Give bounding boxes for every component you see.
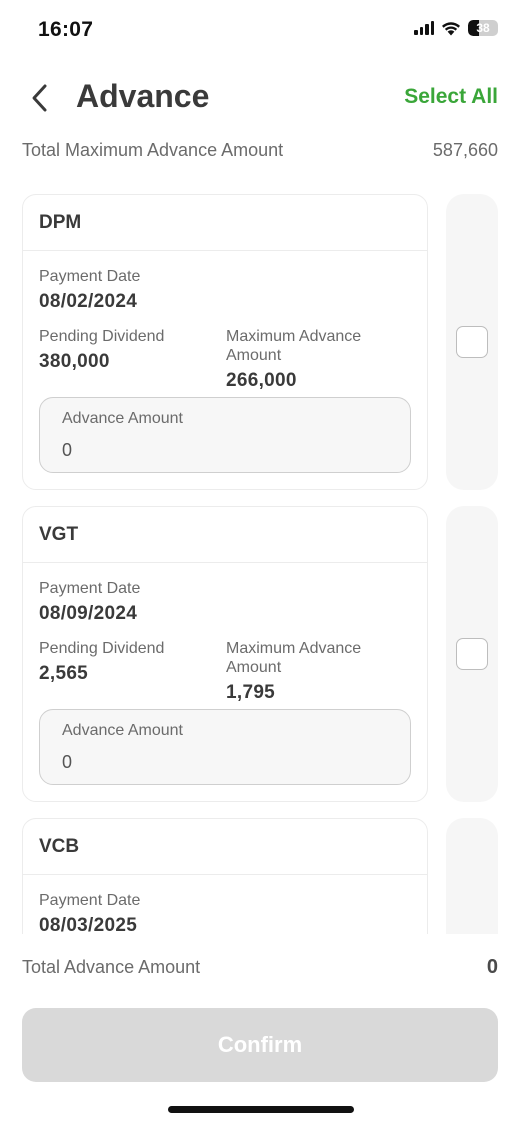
advance-amount-label: Advance Amount [62,410,183,427]
payment-date-value: 08/02/2024 [39,291,138,312]
status-time: 16:07 [38,18,94,41]
home-indicator[interactable] [168,1106,354,1113]
pending-dividend-label: Pending Dividend [39,328,165,345]
total-advance-value: 0 [486,956,498,978]
advance-card: DPM Payment Date 08/02/2024 Pending Divi… [22,194,428,490]
payment-date-value: 08/09/2024 [39,603,138,624]
back-chevron-icon [32,84,47,112]
card-ticker: DPM [23,195,427,251]
card-ticker: VGT [23,507,427,563]
max-advance-value: 266,000 [226,370,297,391]
select-panel [446,818,498,934]
wifi-icon [442,21,460,35]
select-panel [446,506,498,802]
max-advance-label: Maximum Advance Amount [226,640,362,676]
total-advance-row: Total Advance Amount 0 [22,956,498,979]
checkbox-icon[interactable] [456,326,488,358]
total-advance-label: Total Advance Amount [22,957,201,977]
battery-level: 38 [476,21,490,35]
select-panel [446,194,498,490]
checkbox-icon[interactable] [456,638,488,670]
select-all-button[interactable]: Select All [404,85,498,109]
header: Advance Select All [0,72,520,124]
advance-amount-input[interactable]: Advance Amount 0 [39,709,411,785]
advance-amount-value: 0 [62,752,73,772]
status-icons: 38 [414,20,498,36]
back-button[interactable] [22,78,58,118]
battery-icon: 38 [468,20,498,36]
advance-card: VGT Payment Date 08/09/2024 Pending Divi… [22,506,428,802]
advance-amount-label: Advance Amount [62,722,183,739]
total-max-advance-label: Total Maximum Advance Amount [22,140,284,160]
pending-dividend-label: Pending Dividend [39,640,165,657]
card-ticker: VCB [23,819,427,875]
advance-list[interactable]: DPM Payment Date 08/02/2024 Pending Divi… [0,194,520,934]
advance-amount-value: 0 [62,440,73,460]
total-max-advance-row: Total Maximum Advance Amount 587,660 [22,140,498,161]
signal-icon [414,21,434,35]
advance-card: VCB Payment Date 08/03/2025 [22,818,428,934]
payment-date-label: Payment Date [39,892,141,909]
status-bar: 16:07 38 [0,0,520,62]
advance-amount-input[interactable]: Advance Amount 0 [39,397,411,473]
pending-dividend-value: 380,000 [39,351,110,372]
max-advance-label: Maximum Advance Amount [226,328,362,364]
page-title: Advance [76,78,210,114]
pending-dividend-value: 2,565 [39,663,89,684]
footer: Total Advance Amount 0 Confirm [0,934,520,1125]
max-advance-value: 1,795 [226,682,276,703]
payment-date-label: Payment Date [39,268,141,285]
total-max-advance-value: 587,660 [432,140,498,160]
payment-date-value: 08/03/2025 [39,915,138,934]
confirm-button[interactable]: Confirm [22,1008,498,1082]
payment-date-label: Payment Date [39,580,141,597]
